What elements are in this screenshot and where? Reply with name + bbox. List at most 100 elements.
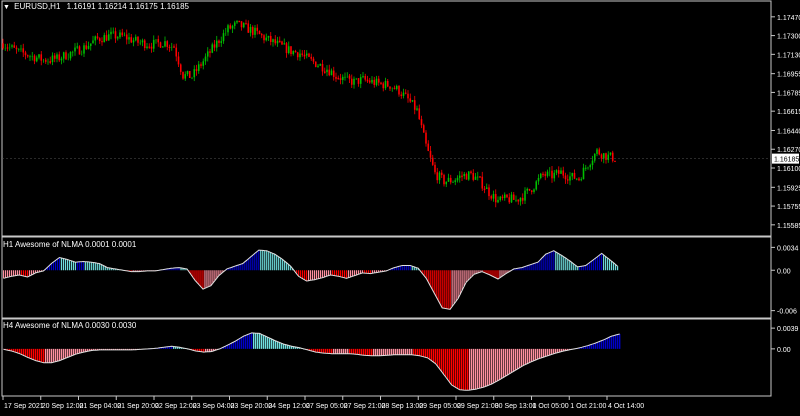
histogram-bar bbox=[335, 270, 338, 276]
histogram-bar bbox=[409, 348, 411, 355]
histogram-bar bbox=[256, 251, 258, 271]
histogram-bar bbox=[613, 335, 615, 349]
time-tick-label: 23 Sep 04:00 bbox=[193, 403, 235, 410]
histogram-bar bbox=[238, 264, 240, 271]
price-tick-label: 1.15585 bbox=[777, 223, 800, 230]
histogram-bar bbox=[593, 343, 595, 349]
histogram-bar bbox=[39, 348, 41, 362]
time-tick-label: 21 Sep 20:00 bbox=[117, 403, 159, 410]
histogram-bar bbox=[19, 348, 21, 354]
histogram-bar bbox=[68, 260, 70, 271]
histogram-bar bbox=[585, 265, 587, 271]
histogram-bar bbox=[279, 342, 281, 349]
histogram-bar bbox=[62, 258, 65, 271]
histogram-bar bbox=[355, 270, 358, 275]
histogram-bar bbox=[549, 348, 551, 356]
indicator-tick-label: 0.00 bbox=[777, 347, 791, 354]
histogram-bar bbox=[25, 348, 27, 357]
histogram-bar bbox=[391, 348, 393, 355]
histogram-bar bbox=[361, 348, 363, 355]
histogram-bar bbox=[317, 270, 320, 279]
histogram-bar bbox=[377, 348, 379, 356]
histogram-bar bbox=[300, 270, 302, 278]
histogram-bar bbox=[246, 260, 248, 271]
histogram-bar bbox=[505, 348, 507, 377]
histogram-bar bbox=[52, 262, 55, 271]
price-tick-label: 1.17470 bbox=[777, 15, 800, 22]
histogram-bar bbox=[609, 259, 611, 271]
svg-text:1.16185: 1.16185 bbox=[774, 157, 799, 164]
time-tick-label: 20 Sep 12:00 bbox=[42, 403, 84, 410]
histogram-bar bbox=[210, 270, 212, 286]
histogram-bar bbox=[403, 348, 405, 355]
histogram-bar bbox=[579, 266, 581, 271]
histogram-bar bbox=[421, 348, 423, 357]
histogram-bar bbox=[587, 264, 589, 271]
histogram-bar bbox=[16, 270, 19, 276]
chart-title: ▼ EURUSD,H1 1.16191 1.16214 1.16175 1.16… bbox=[3, 2, 189, 11]
h4-indicator-panel[interactable] bbox=[1, 318, 772, 397]
histogram-bar bbox=[57, 348, 59, 362]
histogram-bar bbox=[22, 270, 25, 276]
histogram-bar bbox=[383, 348, 385, 356]
histogram-bar bbox=[241, 337, 243, 349]
histogram-bar bbox=[381, 348, 383, 356]
dropdown-arrow-icon[interactable]: ▼ bbox=[3, 4, 10, 11]
h1-indicator-panel[interactable] bbox=[1, 236, 772, 319]
histogram-bar bbox=[615, 335, 617, 349]
histogram-bar bbox=[329, 270, 332, 275]
histogram-bar bbox=[425, 348, 427, 358]
histogram-bar bbox=[389, 348, 391, 356]
histogram-bar bbox=[74, 262, 76, 271]
histogram-bar bbox=[262, 250, 264, 271]
histogram-bar bbox=[561, 255, 563, 271]
histogram-bar bbox=[449, 348, 451, 383]
histogram-bar bbox=[447, 270, 449, 309]
histogram-bar bbox=[543, 256, 545, 271]
histogram-bar bbox=[54, 260, 57, 271]
histogram-bar bbox=[94, 262, 96, 271]
histogram-bar bbox=[315, 270, 318, 280]
histogram-bar bbox=[304, 270, 306, 280]
histogram-bar bbox=[375, 348, 377, 356]
indicator-tick-label: -0.006 bbox=[777, 309, 797, 316]
histogram-bar bbox=[240, 264, 242, 271]
time-tick-label: 1 Oct 05:00 bbox=[533, 403, 569, 410]
histogram-bar bbox=[555, 251, 557, 271]
histogram-bar bbox=[611, 336, 613, 349]
histogram-bar bbox=[535, 262, 537, 271]
histogram-bar bbox=[495, 270, 497, 278]
histogram-bar bbox=[53, 348, 55, 363]
histogram-bar bbox=[90, 262, 92, 271]
histogram-bar bbox=[453, 270, 455, 304]
histogram-bar bbox=[313, 270, 316, 280]
histogram-bar bbox=[547, 348, 549, 356]
histogram-bar bbox=[72, 261, 74, 271]
histogram-bar bbox=[529, 348, 531, 363]
price-tick-label: 1.17300 bbox=[777, 34, 800, 41]
histogram-bar bbox=[405, 348, 407, 355]
histogram-bar bbox=[511, 348, 513, 373]
histogram-bar bbox=[236, 265, 238, 271]
price-tick-label: 1.16100 bbox=[777, 166, 800, 173]
h1-indicator-label: H1 Awesome of NLMA 0.0001 0.0001 bbox=[3, 240, 137, 249]
histogram-bar bbox=[537, 348, 539, 360]
histogram-bar bbox=[481, 348, 483, 388]
histogram-bar bbox=[311, 270, 314, 281]
histogram-bar bbox=[453, 348, 455, 387]
histogram-bar bbox=[35, 348, 37, 361]
histogram-bar bbox=[281, 343, 283, 349]
histogram-bar bbox=[405, 265, 407, 271]
chart-canvas[interactable]: 1.17470 1.17300 1.17130 1.16955 1.16785 1.166… bbox=[0, 0, 800, 411]
histogram-bar bbox=[345, 348, 347, 354]
histogram-bar bbox=[523, 348, 525, 366]
histogram-bar bbox=[461, 270, 463, 291]
histogram-bar bbox=[439, 270, 441, 305]
histogram-bar bbox=[267, 337, 269, 349]
histogram-bar bbox=[3, 270, 5, 279]
histogram-bar bbox=[501, 270, 503, 277]
histogram-bar bbox=[204, 270, 206, 289]
histogram-bar bbox=[385, 348, 387, 356]
histogram-bar bbox=[539, 348, 541, 359]
histogram-bar bbox=[403, 265, 405, 271]
